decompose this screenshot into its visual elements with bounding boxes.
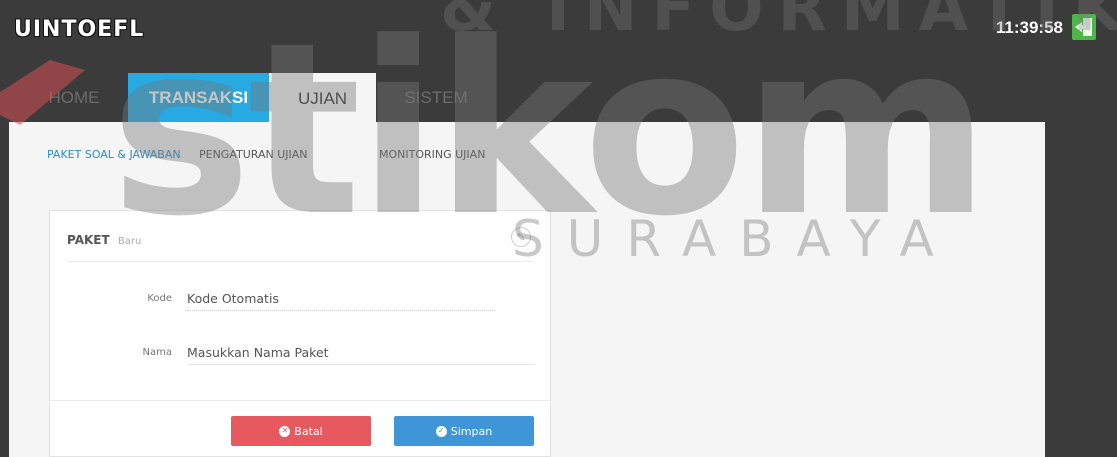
subnav-paket-soal[interactable]: PAKET SOAL & JAWABAN	[47, 148, 181, 161]
panel-subtitle: Baru	[117, 236, 142, 247]
close-circle-icon: ✕	[279, 425, 291, 437]
main-nav: HOME TRANSAKSI UJIAN SISTEM	[0, 73, 1117, 125]
subnav-monitoring-ujian[interactable]: MONITORING UJIAN	[379, 148, 485, 161]
simpan-label: Simpan	[450, 424, 493, 438]
batal-label: Batal	[294, 424, 323, 438]
clock: 11:39:58	[995, 18, 1063, 37]
form-divider	[50, 400, 550, 401]
nama-input[interactable]: Masukkan Nama Paket	[187, 341, 535, 365]
app-logo[interactable]: UINTOEFL	[14, 17, 144, 42]
check-circle-icon: ✓	[435, 425, 447, 437]
panel-title: PAKET Baru	[67, 233, 141, 247]
panel-title-text: PAKET	[67, 233, 110, 247]
right-gutter	[1045, 122, 1117, 457]
pencil-icon[interactable]: ✎	[511, 227, 531, 247]
nama-label: Nama	[142, 347, 172, 358]
tab-transaksi[interactable]: TRANSAKSI	[128, 73, 269, 123]
subnav-pengaturan-ujian[interactable]: PENGATURAN UJIAN	[199, 148, 308, 161]
tab-sistem[interactable]: SISTEM	[400, 73, 472, 123]
simpan-button[interactable]: ✓ Simpan	[394, 416, 534, 446]
logout-icon[interactable]	[1071, 13, 1097, 41]
content-area: PAKET SOAL & JAWABAN PENGATURAN UJIAN MO…	[9, 122, 1045, 457]
batal-button[interactable]: ✕ Batal	[231, 416, 371, 446]
top-bar: UINTOEFL 11:39:58	[0, 0, 1117, 73]
tab-ujian[interactable]: UJIAN	[269, 73, 376, 125]
tab-home[interactable]: HOME	[44, 73, 104, 123]
kode-field: Kode Otomatis	[187, 287, 495, 311]
panel-divider	[67, 261, 535, 262]
paket-panel: PAKET Baru ✎ Kode Kode Otomatis Nama Mas…	[49, 210, 551, 457]
kode-label: Kode	[147, 293, 172, 304]
